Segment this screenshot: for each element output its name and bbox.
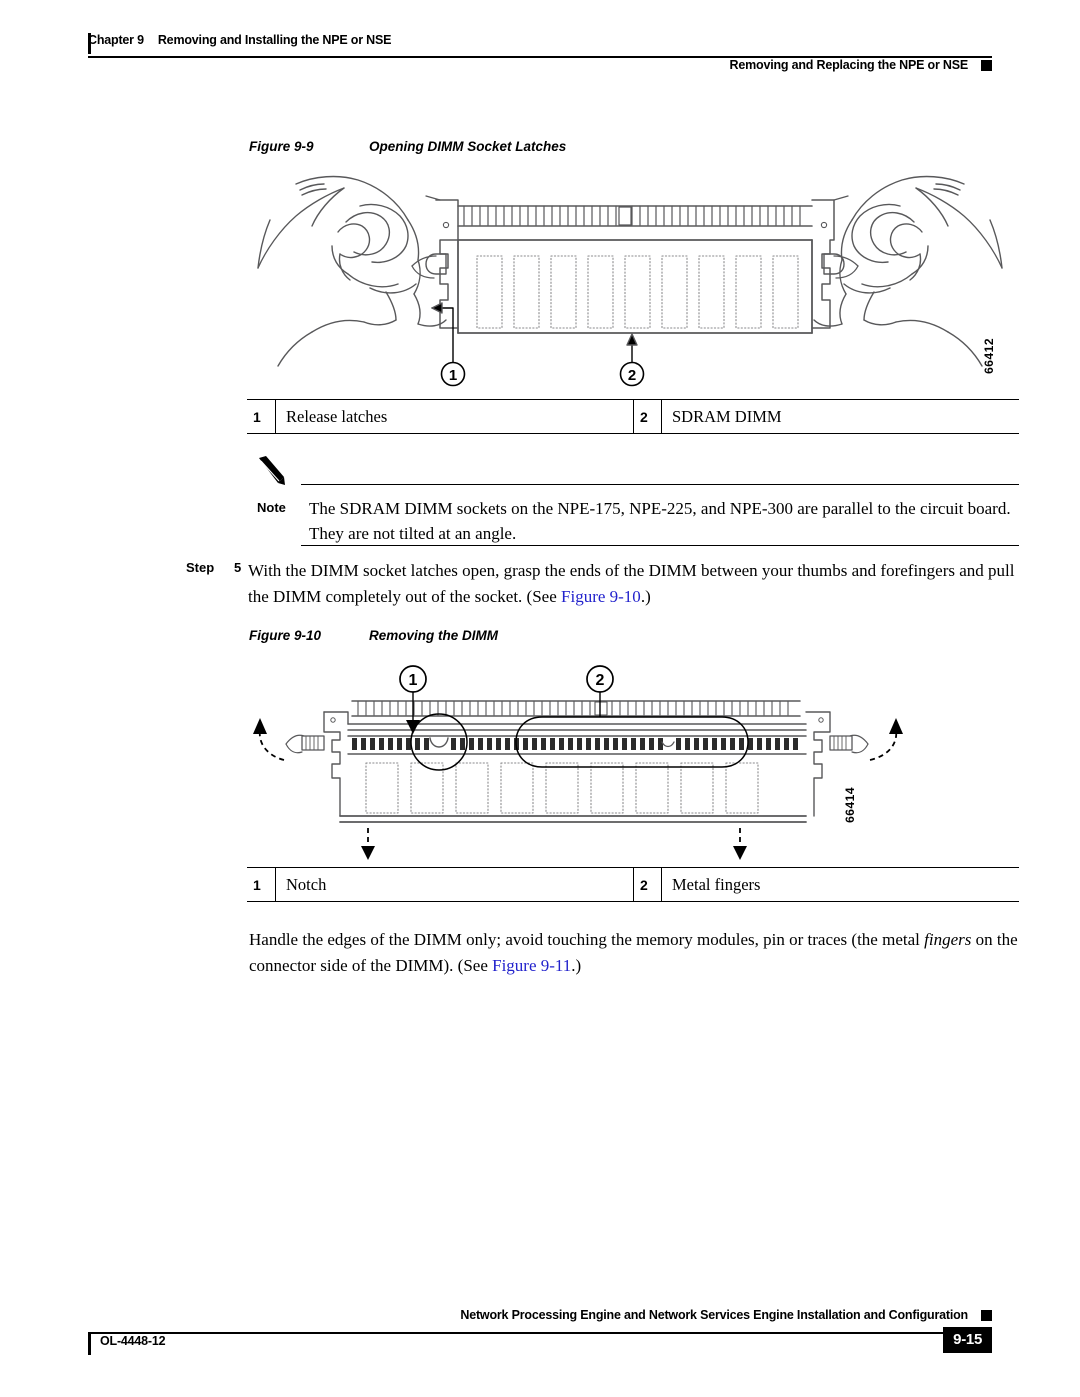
figure-9-9-legend: 1 Release latches 2 SDRAM DIMM (247, 399, 1019, 434)
figure-9-10-art-id: 66414 (843, 787, 857, 823)
footer-document-title: Network Processing Engine and Network Se… (460, 1308, 968, 1322)
step-5-block: Step 5 With the DIMM socket latches open… (186, 558, 1026, 614)
figure-9-9-title: Opening DIMM Socket Latches (369, 139, 567, 154)
legend-callout-number: 1 (253, 408, 261, 425)
footer-page-number: 9-15 (943, 1327, 992, 1353)
figure-9-9-art-id: 66412 (982, 338, 996, 374)
figure-9-11-crossref-link[interactable]: Figure 9-11 (492, 956, 571, 975)
figure-9-9-artwork: 1 2 (240, 168, 1020, 390)
page-header: Chapter 9 Removing and Installing the NP… (0, 0, 1080, 86)
note-block: Note The SDRAM DIMM sockets on the NPE-1… (247, 456, 1019, 546)
figure-9-10-number: Figure 9-10 (249, 628, 322, 643)
closing-paragraph: Handle the edges of the DIMM only; avoid… (249, 927, 1021, 979)
header-section-title: Removing and Replacing the NPE or NSE (729, 58, 969, 72)
figure-9-9-number: Figure 9-9 (249, 139, 314, 154)
header-chapter-line: Chapter 9 Removing and Installing the NP… (88, 33, 391, 47)
legend-callout-number: 1 (253, 876, 261, 893)
legend-callout-number: 2 (633, 868, 661, 901)
step-number: 5 (234, 560, 242, 575)
footer-square-marker (981, 1310, 992, 1321)
header-section-line: Removing and Replacing the NPE or NSE (730, 58, 992, 72)
footer-change-bar (88, 1334, 91, 1355)
pencil-icon (257, 456, 291, 486)
footer-rule (88, 1332, 992, 1334)
legend-callout-label: Notch (275, 868, 633, 901)
step-text-part2: .) (640, 587, 651, 606)
figure-9-10-artwork: 1 2 (240, 660, 920, 860)
figure-9-10-caption: Figure 9-10 Removing the DIMM (249, 628, 498, 643)
note-label: Note (257, 500, 286, 515)
footer-document-number: OL-4448-12 (100, 1334, 166, 1348)
closing-italic-word: fingers (924, 930, 972, 949)
header-chapter-title: Removing and Installing the NPE or NSE (157, 33, 392, 47)
figure-9-10-legend: 1 Notch 2 Metal fingers (247, 867, 1019, 902)
step-text: With the DIMM socket latches open, grasp… (248, 558, 1020, 610)
header-chapter-label: Chapter 9 (88, 33, 144, 47)
note-text: The SDRAM DIMM sockets on the NPE-175, N… (309, 499, 1011, 543)
figure-9-10-title: Removing the DIMM (369, 628, 499, 643)
legend-callout-label: SDRAM DIMM (661, 400, 1019, 433)
figure-9-10-crossref-link[interactable]: Figure 9-10 (561, 587, 641, 606)
legend-callout-label: Metal fingers (661, 868, 1019, 901)
legend-callout-number: 2 (633, 400, 661, 433)
closing-text-part1: Handle the edges of the DIMM only; avoid… (249, 930, 925, 949)
figure-9-9-caption: Figure 9-9 Opening DIMM Socket Latches (249, 139, 566, 154)
header-square-marker (981, 59, 992, 71)
svg-text:1: 1 (409, 672, 418, 689)
closing-text-part3: .) (571, 956, 582, 975)
svg-text:1: 1 (449, 367, 457, 384)
legend-callout-label: Release latches (275, 400, 633, 433)
step-label: Step (186, 560, 215, 575)
svg-text:2: 2 (596, 672, 605, 689)
note-rule-top (301, 484, 1019, 486)
svg-text:2: 2 (628, 367, 636, 384)
